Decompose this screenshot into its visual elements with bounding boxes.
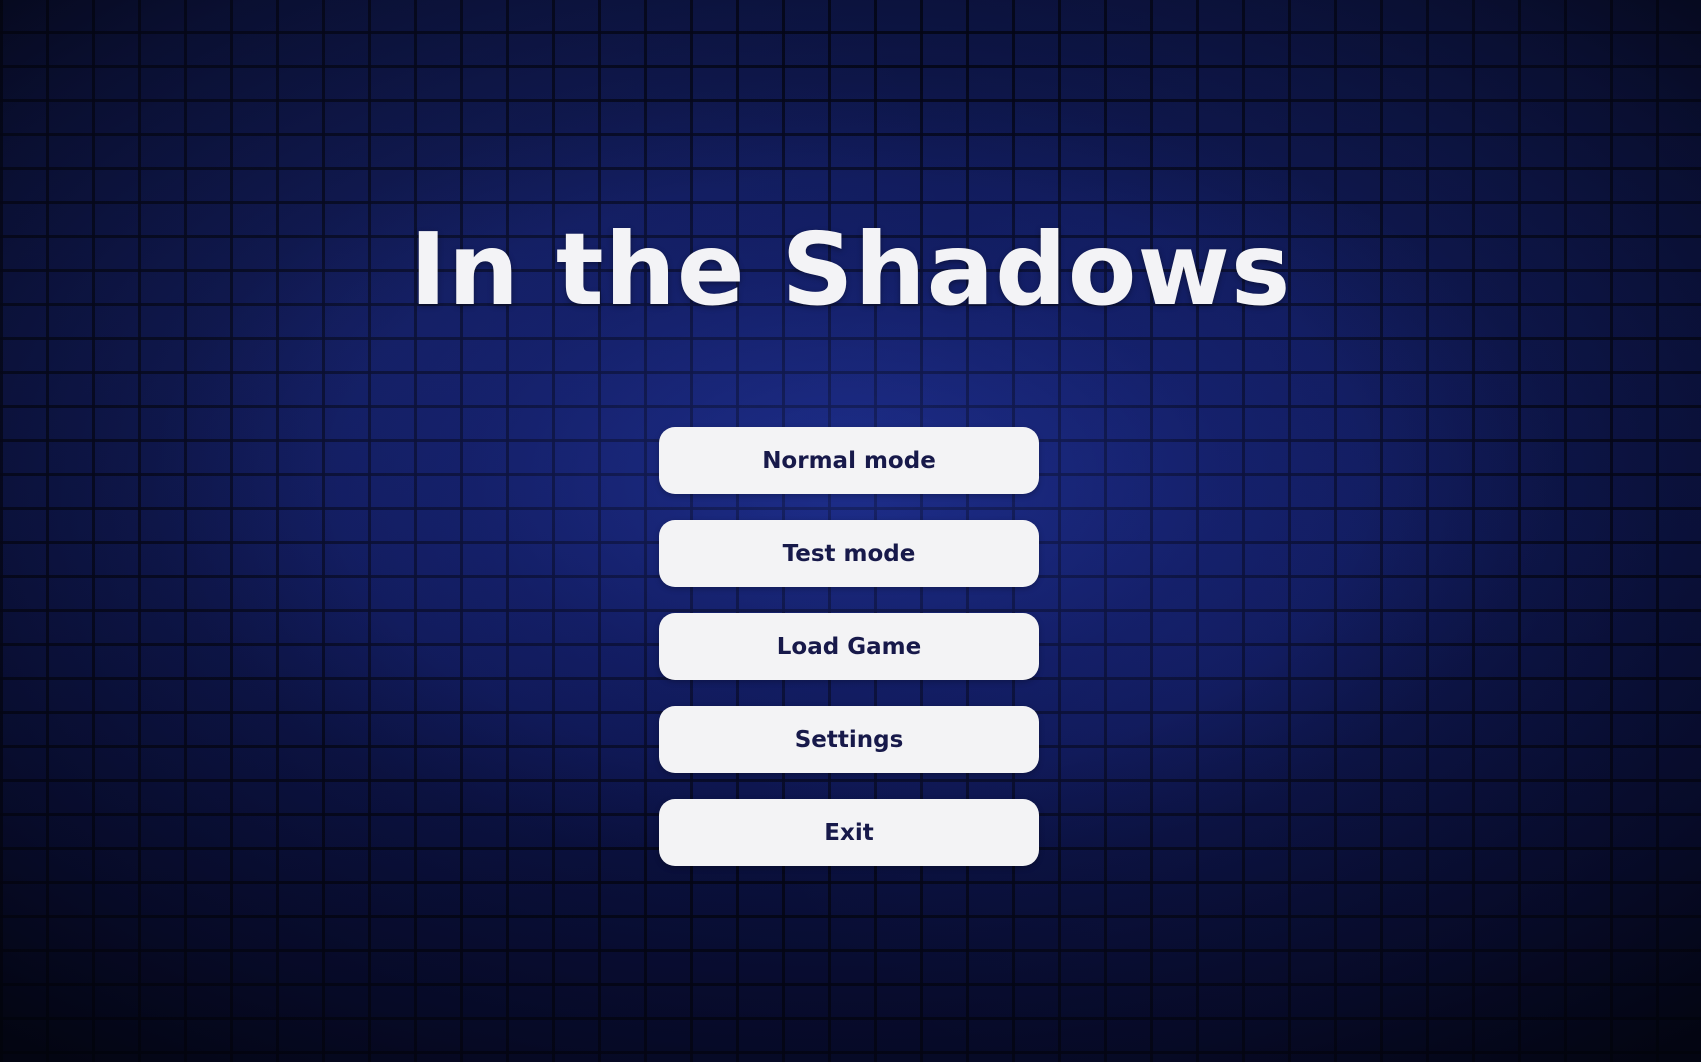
- main-menu: Normal mode Test mode Load Game Settings…: [659, 427, 1039, 866]
- game-title: In the Shadows: [409, 211, 1292, 328]
- load-game-button[interactable]: Load Game: [659, 613, 1039, 680]
- test-mode-button[interactable]: Test mode: [659, 520, 1039, 587]
- exit-button[interactable]: Exit: [659, 799, 1039, 866]
- normal-mode-button[interactable]: Normal mode: [659, 427, 1039, 494]
- main-menu-screen: In the Shadows Normal mode Test mode Loa…: [0, 0, 1701, 1062]
- settings-button[interactable]: Settings: [659, 706, 1039, 773]
